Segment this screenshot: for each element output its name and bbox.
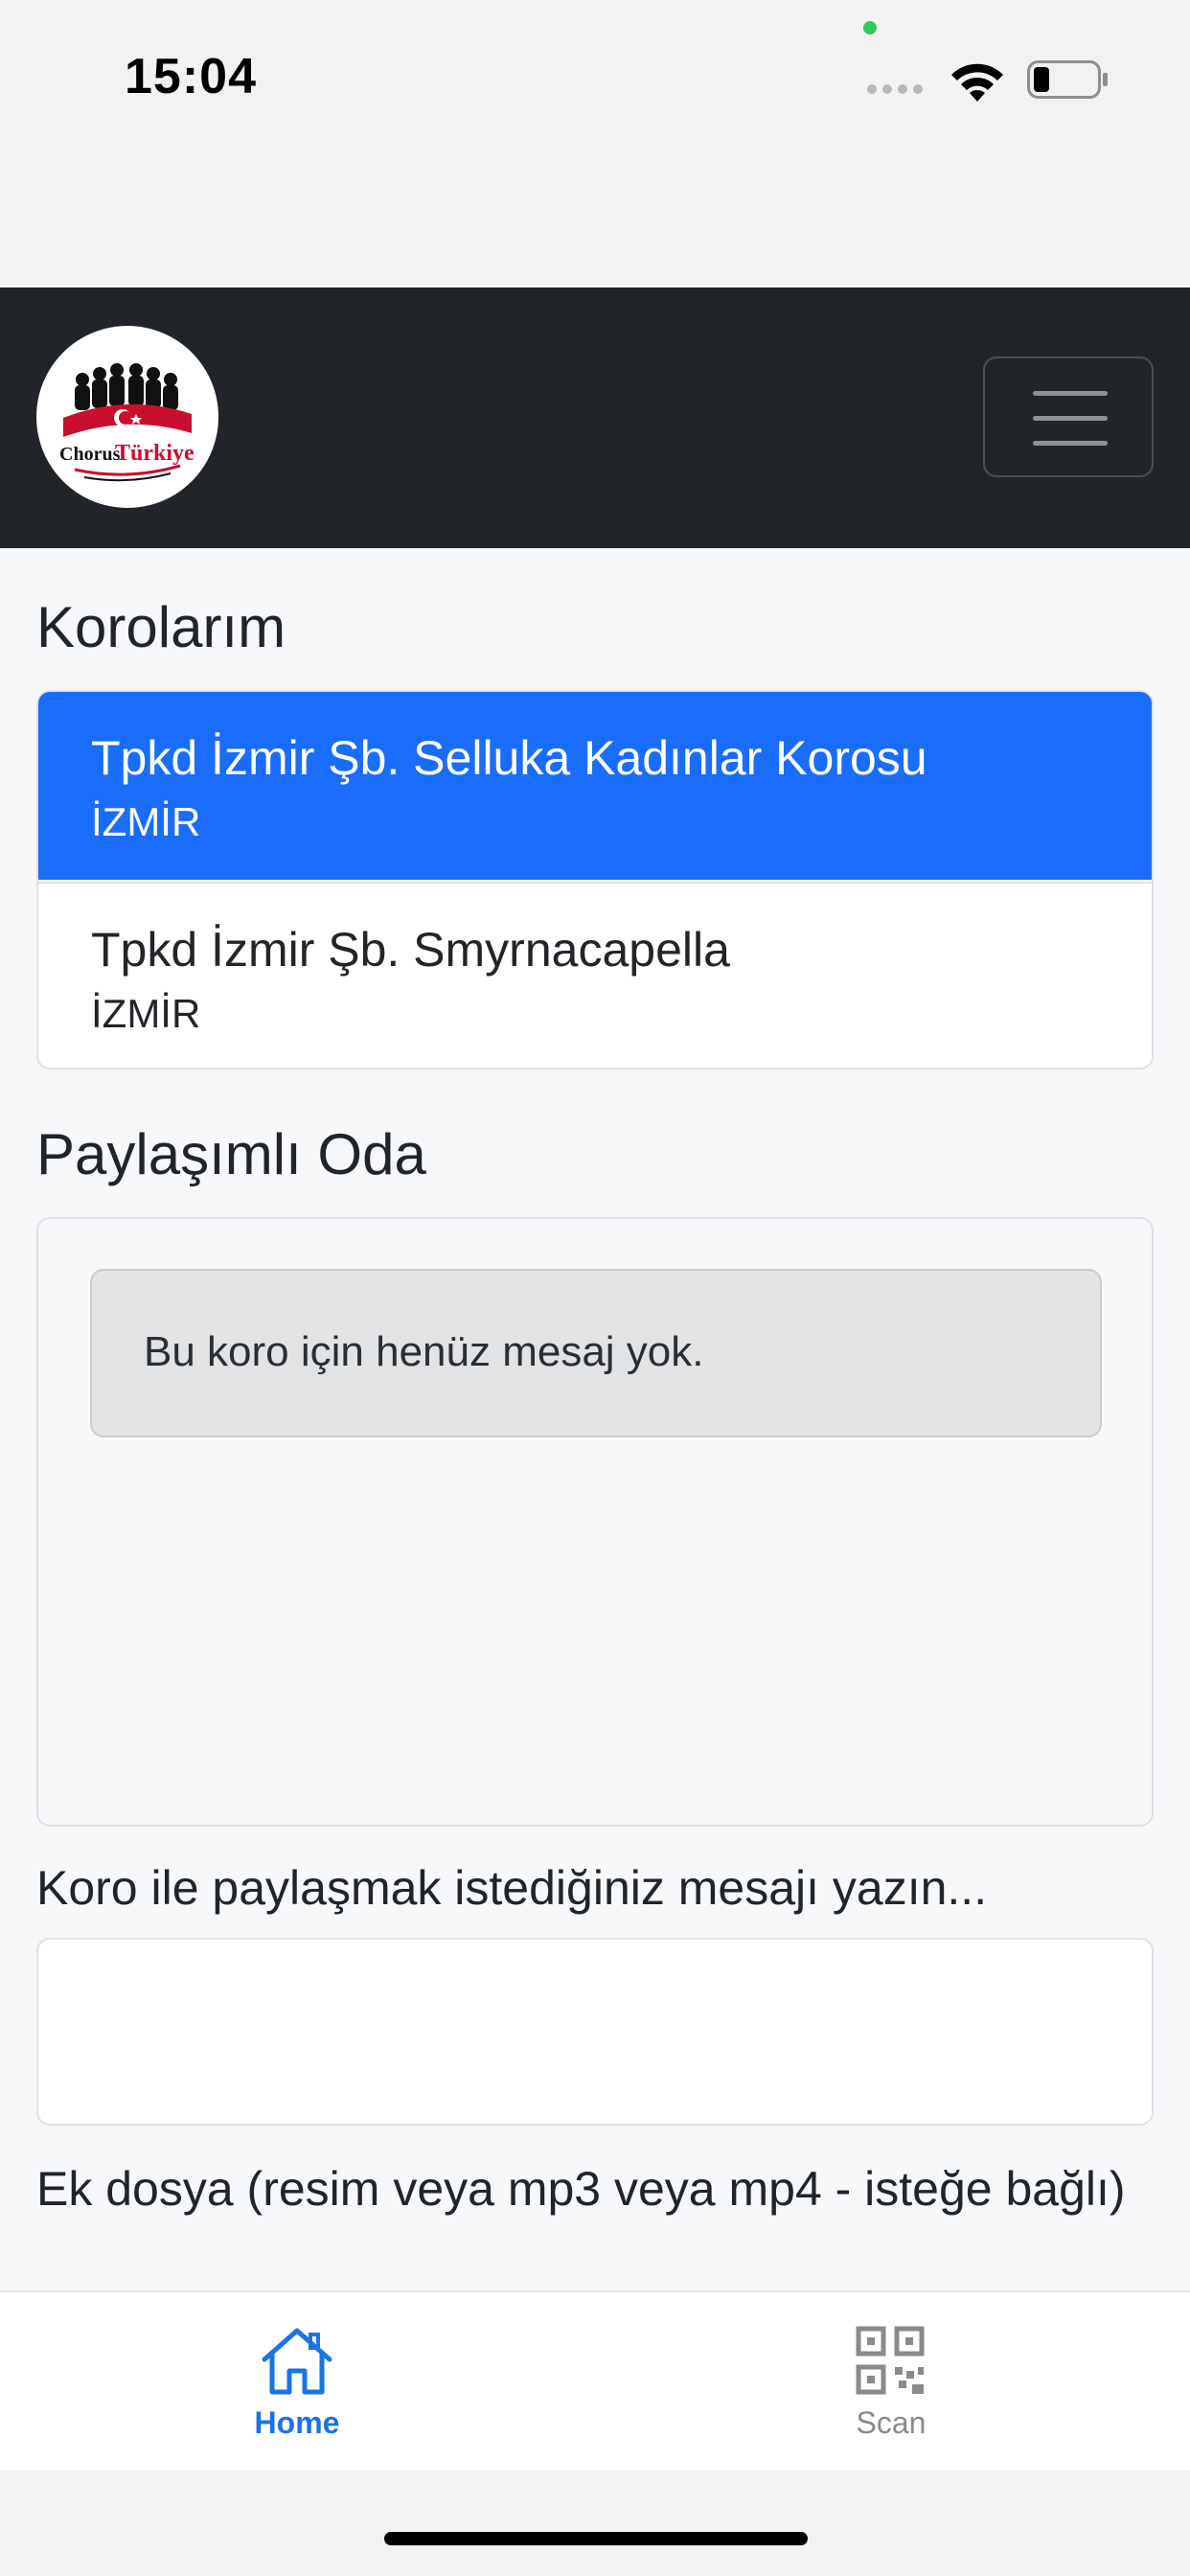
empty-messages-text: Bu koro için henüz mesaj yok.: [144, 1328, 704, 1375]
chorus-turkiye-logo[interactable]: Chorus Türkiye: [36, 326, 218, 508]
status-bar: 15:04: [0, 0, 1190, 288]
attachment-label: Ek dosya (resim veya mp3 veya mp4 - iste…: [36, 2162, 1126, 2216]
hamburger-bar: [1033, 416, 1108, 421]
choir-name: Tpkd İzmir Şb. Selluka Kadınlar Korosu: [91, 731, 927, 785]
logo-text-chorus: Chorus: [59, 444, 121, 465]
tab-scan[interactable]: Scan: [747, 2292, 1035, 2472]
bottom-tab-bar: Home Scan: [0, 2290, 1190, 2471]
hamburger-menu-icon: [1033, 391, 1108, 396]
choir-city: İZMİR: [91, 991, 201, 1036]
choirs-heading: Korolarım: [36, 595, 286, 659]
logo-text-turkiye: Türkiye: [115, 441, 195, 466]
qr-code-icon: [856, 2326, 925, 2395]
home-indicator-area: [0, 2471, 1190, 2576]
choir-list: Tpkd İzmir Şb. Selluka Kadınlar Korosu İ…: [36, 690, 1154, 1070]
tab-scan-label: Scan: [856, 2405, 927, 2440]
status-time: 15:04: [125, 49, 257, 104]
wifi-icon: [951, 63, 1003, 102]
choir-city: İZMİR: [91, 799, 201, 844]
shared-room-messages: Bu koro için henüz mesaj yok.: [36, 1217, 1154, 1827]
cellular-signal-icon: [867, 84, 923, 94]
message-input[interactable]: [36, 1938, 1154, 2126]
home-icon: [262, 2328, 332, 2395]
hamburger-menu-button[interactable]: [983, 356, 1154, 477]
shared-room-heading: Paylaşımlı Oda: [36, 1122, 426, 1186]
choir-name: Tpkd İzmir Şb. Smyrnacapella: [91, 923, 730, 977]
tab-home[interactable]: Home: [153, 2292, 441, 2472]
tab-home-label: Home: [254, 2405, 340, 2440]
choir-list-item[interactable]: Tpkd İzmir Şb. Smyrnacapella İZMİR: [38, 882, 1152, 1068]
battery-icon: [1027, 60, 1108, 99]
camera-indicator-icon: [863, 21, 877, 34]
empty-messages-alert: Bu koro için henüz mesaj yok.: [90, 1269, 1102, 1438]
hamburger-bar: [1033, 441, 1108, 446]
message-label: Koro ile paylaşmak istediğiniz mesajı ya…: [36, 1861, 988, 1915]
home-indicator[interactable]: [384, 2532, 808, 2545]
choir-list-item-active[interactable]: Tpkd İzmir Şb. Selluka Kadınlar Korosu İ…: [38, 692, 1152, 880]
